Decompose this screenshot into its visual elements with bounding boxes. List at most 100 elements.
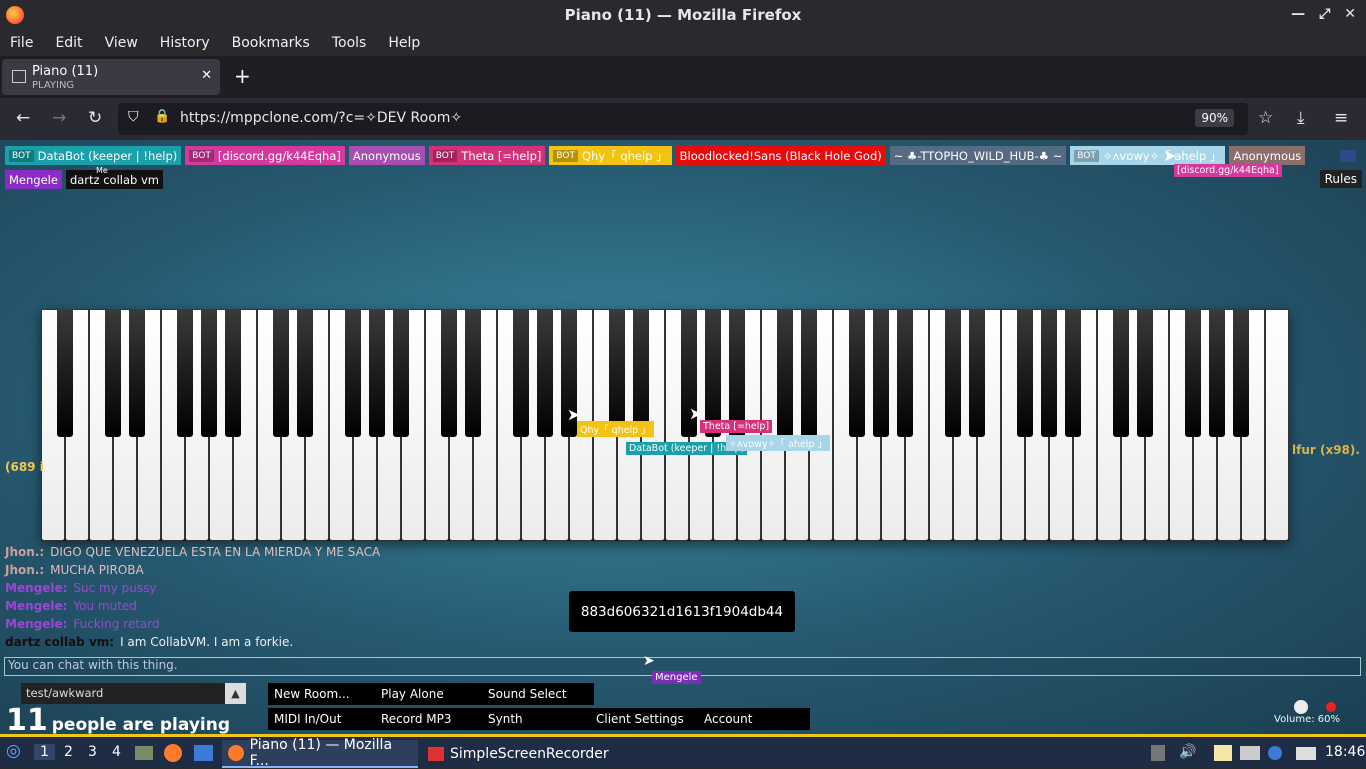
- workspace-4[interactable]: 4: [112, 744, 121, 760]
- player-count: 11 people are playing: [6, 703, 230, 734]
- update-icon[interactable]: [1268, 746, 1282, 760]
- black-key[interactable]: [609, 309, 625, 437]
- white-key[interactable]: [1265, 309, 1289, 541]
- black-key[interactable]: [1065, 309, 1081, 437]
- black-key[interactable]: [57, 309, 73, 437]
- volume-icon[interactable]: 🔊: [1179, 744, 1196, 760]
- black-key[interactable]: [513, 309, 529, 437]
- black-key[interactable]: [225, 309, 241, 437]
- user-tag[interactable]: BOT ✧ʌvɒwy✧「 ahelp 」: [1070, 146, 1226, 165]
- black-key[interactable]: [729, 309, 745, 437]
- workspace-3[interactable]: 3: [88, 744, 97, 760]
- user-tag[interactable]: BOT [discord.gg/k44Eqha]: [185, 146, 345, 165]
- black-key[interactable]: [177, 309, 193, 437]
- menu-history[interactable]: History: [160, 35, 210, 51]
- black-key[interactable]: [393, 309, 409, 437]
- clipboard-icon[interactable]: [1214, 745, 1232, 761]
- black-key[interactable]: [873, 309, 889, 437]
- user-tag[interactable]: ~ ♣-TTOPHO_WILD_HUB-♣ ~: [889, 146, 1067, 165]
- sound-select-button[interactable]: Sound Select: [482, 683, 594, 705]
- new-room-button[interactable]: New Room...: [268, 683, 380, 705]
- black-key[interactable]: [441, 309, 457, 437]
- black-key[interactable]: [777, 309, 793, 437]
- start-menu-icon[interactable]: ◎: [6, 741, 21, 761]
- black-key[interactable]: [537, 309, 553, 437]
- black-key[interactable]: [201, 309, 217, 437]
- user-tag[interactable]: Bloodlocked!Sans (Black Hole God): [675, 146, 886, 165]
- menu-tools[interactable]: Tools: [332, 35, 367, 51]
- close-tab-icon[interactable]: ✕: [201, 68, 212, 83]
- black-key[interactable]: [945, 309, 961, 437]
- zoom-level[interactable]: 90%: [1195, 109, 1234, 127]
- firefox-launcher-icon[interactable]: [164, 744, 182, 762]
- account-button[interactable]: Account: [698, 708, 810, 730]
- midi-button[interactable]: MIDI In/Out: [268, 708, 380, 730]
- menu-view[interactable]: View: [105, 35, 138, 51]
- user-tag[interactable]: Anonymous: [348, 146, 425, 165]
- black-key[interactable]: [105, 309, 121, 437]
- back-icon[interactable]: ←: [16, 108, 30, 128]
- black-key[interactable]: [1233, 309, 1249, 437]
- play-alone-button[interactable]: Play Alone: [375, 683, 487, 705]
- keyboard-layout-icon[interactable]: [1151, 745, 1165, 761]
- menu-bookmarks[interactable]: Bookmarks: [232, 35, 310, 51]
- room-select[interactable]: test/awkward ▲: [21, 683, 246, 704]
- camera-icon[interactable]: [1296, 747, 1316, 760]
- menu-edit[interactable]: Edit: [55, 35, 82, 51]
- shield-icon[interactable]: ⛉: [128, 109, 139, 125]
- volume-knob[interactable]: [1294, 700, 1308, 714]
- maximize-icon[interactable]: ⤢: [1319, 6, 1330, 22]
- user-tag[interactable]: BOT Theta [=help]: [428, 146, 546, 165]
- client-settings-button[interactable]: Client Settings: [590, 708, 702, 730]
- workspace-1[interactable]: 1: [34, 744, 55, 760]
- synth-button[interactable]: Synth: [482, 708, 594, 730]
- channel-icon[interactable]: [1340, 150, 1356, 162]
- url-bar[interactable]: ⛉ 🔒 https://mppclone.com/?c=✧DEV Room✧ 9…: [118, 103, 1248, 135]
- black-key[interactable]: [345, 309, 361, 437]
- black-key[interactable]: [465, 309, 481, 437]
- workspace-2[interactable]: 2: [64, 744, 73, 760]
- black-key[interactable]: [369, 309, 385, 437]
- new-tab-icon[interactable]: +: [234, 64, 251, 88]
- black-key[interactable]: [849, 309, 865, 437]
- lock-icon[interactable]: 🔒: [154, 109, 170, 124]
- black-key[interactable]: [1041, 309, 1057, 437]
- reload-icon[interactable]: ↻: [88, 108, 102, 128]
- menu-help[interactable]: Help: [388, 35, 420, 51]
- url-text[interactable]: https://mppclone.com/?c=✧DEV Room✧: [180, 110, 462, 126]
- black-key[interactable]: [633, 309, 649, 437]
- black-key[interactable]: [1137, 309, 1153, 437]
- user-tag[interactable]: BOT DataBot (keeper | !help): [5, 146, 182, 165]
- downloads-icon[interactable]: ⤓: [1297, 108, 1305, 128]
- terminal-icon[interactable]: [194, 745, 213, 761]
- black-key[interactable]: [1209, 309, 1225, 437]
- menu-file[interactable]: File: [10, 35, 33, 51]
- black-key[interactable]: [129, 309, 145, 437]
- bookmark-star-icon[interactable]: ☆: [1258, 108, 1273, 128]
- black-key[interactable]: [969, 309, 985, 437]
- user-tag[interactable]: BOT Qhy「 qhelp 」: [549, 146, 672, 165]
- close-window-icon[interactable]: ✕: [1344, 6, 1356, 22]
- task-recorder[interactable]: SimpleScreenRecorder: [422, 740, 628, 768]
- black-key[interactable]: [273, 309, 289, 437]
- chevron-up-icon[interactable]: ▲: [225, 683, 246, 704]
- minimize-icon[interactable]: —: [1291, 6, 1305, 22]
- black-key[interactable]: [705, 309, 721, 437]
- forward-icon[interactable]: →: [52, 108, 66, 128]
- black-key[interactable]: [1113, 309, 1129, 437]
- task-firefox[interactable]: Piano (11) — Mozilla F...: [222, 737, 418, 769]
- piano-keyboard[interactable]: [41, 309, 1289, 541]
- hamburger-menu-icon[interactable]: ≡: [1334, 108, 1348, 128]
- black-key[interactable]: [897, 309, 913, 437]
- rules-button[interactable]: Rules: [1319, 170, 1362, 188]
- tab-piano[interactable]: Piano (11) PLAYING ✕: [2, 59, 220, 95]
- record-mp3-button[interactable]: Record MP3: [375, 708, 487, 730]
- black-key[interactable]: [1017, 309, 1033, 437]
- network-icon[interactable]: [1240, 746, 1260, 760]
- me-marker: Me: [95, 166, 108, 175]
- black-key[interactable]: [1185, 309, 1201, 437]
- black-key[interactable]: [297, 309, 313, 437]
- user-tag[interactable]: Anonymous: [1229, 146, 1306, 165]
- file-manager-icon[interactable]: [135, 746, 153, 760]
- black-key[interactable]: [801, 309, 817, 437]
